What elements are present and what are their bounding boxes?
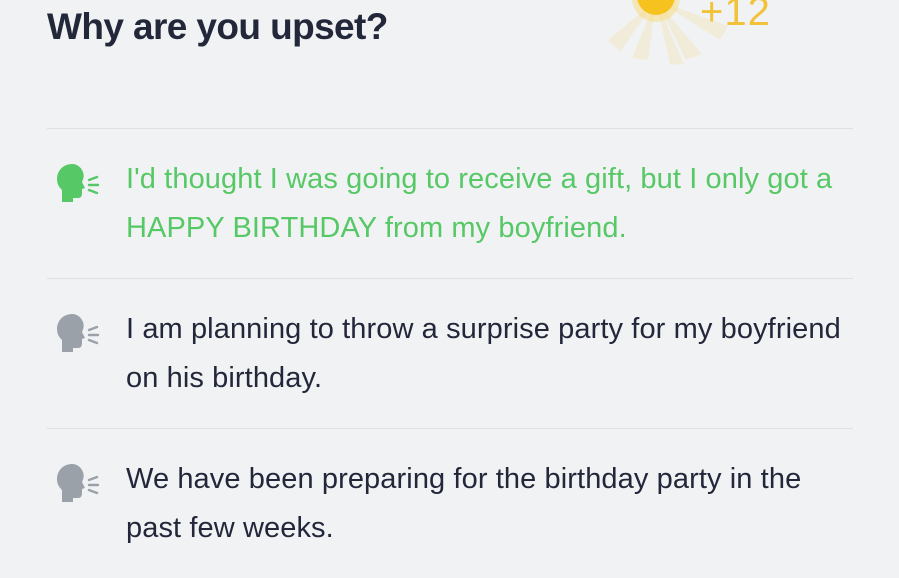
- speaking-head-icon: [57, 164, 100, 202]
- speaking-head-icon: [57, 314, 100, 352]
- answer-option-text: I am planning to throw a surprise party …: [126, 313, 841, 394]
- reward-points: +12: [700, 0, 771, 34]
- question-title: Why are you upset?: [47, 6, 388, 47]
- answer-options-list: I'd thought I was going to receive a gif…: [47, 128, 853, 578]
- reward-indicator: +12: [590, 0, 850, 70]
- answer-option-1[interactable]: I'd thought I was going to receive a gif…: [47, 129, 853, 278]
- answer-option-text: I'd thought I was going to receive a gif…: [126, 163, 833, 244]
- answer-option-3[interactable]: We have been preparing for the birthday …: [47, 429, 853, 578]
- speaking-head-icon: [57, 464, 100, 502]
- answer-option-2[interactable]: I am planning to throw a surprise party …: [47, 279, 853, 428]
- answer-option-text: We have been preparing for the birthday …: [126, 463, 802, 544]
